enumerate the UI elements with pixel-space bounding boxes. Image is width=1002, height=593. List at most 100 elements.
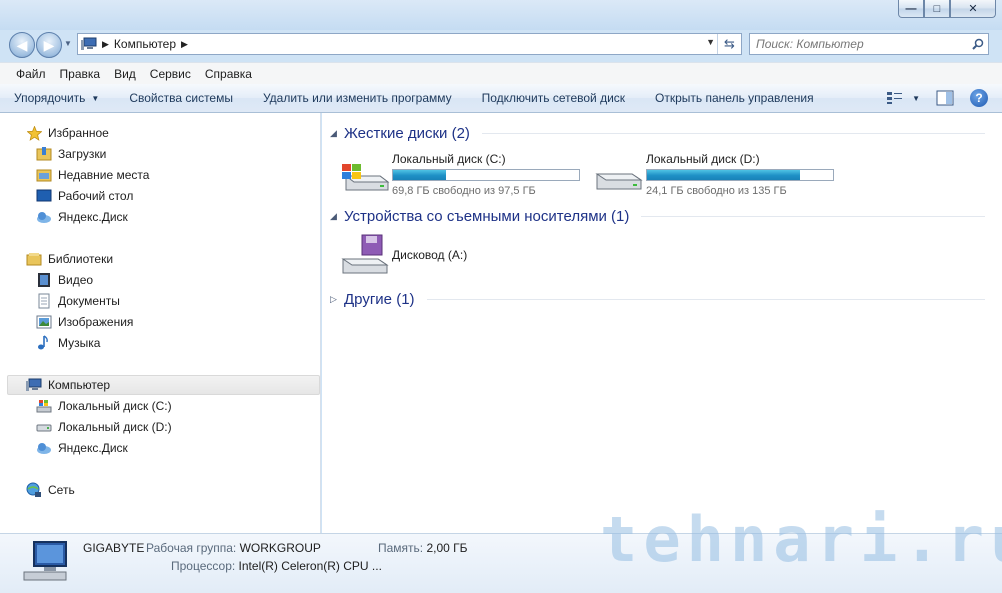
expand-triangle-icon: ▷ xyxy=(330,293,337,304)
drive-c-tile[interactable]: Локальный диск (C:) 69,8 ГБ свободно из … xyxy=(340,150,580,197)
nav-downloads[interactable]: Загрузки xyxy=(36,144,106,164)
nav-drive-c[interactable]: Локальный диск (C:) xyxy=(36,396,172,416)
computer-name: GIGABYTE xyxy=(83,541,145,555)
organize-label: Упорядочить xyxy=(14,91,86,105)
nav-video[interactable]: Видео xyxy=(36,270,93,290)
content-pane: ◢ Жесткие диски (2) Локальный диск (C:) … xyxy=(322,113,1002,533)
drive-d-free-space: 24,1 ГБ свободно из 135 ГБ xyxy=(646,185,787,197)
nav-favorites-label: Избранное xyxy=(48,126,109,140)
nav-network[interactable]: Сеть xyxy=(26,480,75,500)
nav-music-label: Музыка xyxy=(58,336,101,350)
navigation-row: ◀ ▶ ▼ ▶ Компьютер ▶ ▼ ⇆ Поиск: Компьютер xyxy=(0,30,1002,58)
nav-favorites[interactable]: Избранное xyxy=(26,123,109,143)
refresh-button[interactable]: ⇆ xyxy=(717,34,741,54)
menu-help[interactable]: Справка xyxy=(198,67,259,81)
pictures-icon xyxy=(36,314,52,330)
cpu-value: Intel(R) Celeron(R) CPU ... xyxy=(238,559,382,573)
organize-button[interactable]: Упорядочить ▼ xyxy=(14,91,99,105)
search-icon[interactable] xyxy=(968,38,988,50)
divider xyxy=(641,215,985,217)
hard-drive-icon xyxy=(595,173,643,190)
drive-c-free-space: 69,8 ГБ свободно из 97,5 ГБ xyxy=(392,185,536,197)
command-bar-right: ▼ ? xyxy=(886,89,988,107)
nav-yandex-disk-label: Яндекс.Диск xyxy=(58,210,128,224)
cloud-icon xyxy=(36,440,52,456)
computer-icon xyxy=(26,377,42,393)
chevron-down-icon[interactable]: ▼ xyxy=(706,37,715,47)
menu-tools[interactable]: Сервис xyxy=(143,67,198,81)
nav-music[interactable]: Музыка xyxy=(36,333,100,353)
drive-c-info: Локальный диск (C:) 69,8 ГБ свободно из … xyxy=(392,150,580,197)
menu-view[interactable]: Вид xyxy=(107,67,143,81)
address-bar[interactable]: ▶ Компьютер ▶ ▼ ⇆ xyxy=(77,33,742,55)
workgroup-row: Рабочая группа: WORKGROUP xyxy=(146,541,321,555)
nav-recent-places[interactable]: Недавние места xyxy=(36,165,149,185)
refresh-icon: ⇆ xyxy=(724,36,735,51)
recent-pages-dropdown[interactable]: ▼ xyxy=(64,39,72,48)
hard-drive-icon xyxy=(36,419,52,435)
nav-recent-places-label: Недавние места xyxy=(58,168,150,182)
computer-icon xyxy=(23,541,67,581)
menu-file[interactable]: Файл xyxy=(9,67,53,81)
breadcrumb-computer[interactable]: Компьютер xyxy=(114,37,176,51)
cloud-icon xyxy=(36,209,52,225)
maximize-button[interactable]: □ xyxy=(924,0,950,18)
nav-computer[interactable]: Компьютер xyxy=(7,375,320,395)
back-button[interactable]: ◀ xyxy=(9,32,35,58)
nav-computer-label: Компьютер xyxy=(48,378,111,392)
close-button[interactable]: ✕ xyxy=(950,0,996,18)
menu-edit[interactable]: Правка xyxy=(53,67,108,81)
divider xyxy=(481,132,985,134)
group-other[interactable]: ▷ Другие (1) xyxy=(330,289,985,309)
help-icon[interactable]: ? xyxy=(970,89,988,107)
nav-yandex-disk[interactable]: Яндекс.Диск xyxy=(36,207,128,227)
computer-icon xyxy=(81,37,97,50)
nav-downloads-label: Загрузки xyxy=(58,147,107,161)
group-hard-drives[interactable]: ◢ Жесткие диски (2) xyxy=(330,123,985,143)
drive-d-info: Локальный диск (D:) 24,1 ГБ свободно из … xyxy=(646,150,834,197)
desktop-icon xyxy=(36,188,52,204)
nav-libraries[interactable]: Библиотеки xyxy=(26,249,113,269)
nav-desktop[interactable]: Рабочий стол xyxy=(36,186,133,206)
nav-pictures[interactable]: Изображения xyxy=(36,312,133,332)
breadcrumb-separator-icon[interactable]: ▶ xyxy=(181,39,188,50)
nav-libraries-label: Библиотеки xyxy=(48,252,114,266)
map-network-drive-button[interactable]: Подключить сетевой диск xyxy=(482,91,625,105)
workgroup-label: Рабочая группа: xyxy=(146,541,237,555)
nav-drive-d[interactable]: Локальный диск (D:) xyxy=(36,417,172,437)
nav-yandex-disk-2[interactable]: Яндекс.Диск xyxy=(36,438,128,458)
nav-desktop-label: Рабочий стол xyxy=(58,189,134,203)
minimize-button[interactable]: — xyxy=(898,0,924,18)
uninstall-program-button[interactable]: Удалить или изменить программу xyxy=(263,91,452,105)
change-view-icon[interactable] xyxy=(886,90,906,106)
chevron-down-icon: ▼ xyxy=(91,93,100,103)
group-removable[interactable]: ◢ Устройства со съемными носителями (1) xyxy=(330,206,985,226)
video-icon xyxy=(36,272,52,288)
memory-value: 2,00 ГБ xyxy=(426,541,468,555)
forward-button[interactable]: ▶ xyxy=(36,32,62,58)
menu-bar: Файл Правка Вид Сервис Справка xyxy=(0,62,1002,84)
drive-d-tile[interactable]: Локальный диск (D:) 24,1 ГБ свободно из … xyxy=(594,150,834,197)
group-other-label: Другие (1) xyxy=(344,290,415,308)
nav-pictures-label: Изображения xyxy=(58,315,134,329)
floppy-drive-icon xyxy=(341,234,389,274)
search-input[interactable]: Поиск: Компьютер xyxy=(749,33,989,55)
title-bar: — □ ✕ xyxy=(0,0,1002,30)
preview-pane-icon[interactable] xyxy=(936,90,954,106)
nav-documents[interactable]: Документы xyxy=(36,291,120,311)
divider xyxy=(426,298,985,300)
drive-d-name: Локальный диск (D:) xyxy=(646,152,760,166)
system-properties-button[interactable]: Свойства системы xyxy=(129,91,233,105)
floppy-tile[interactable]: Дисковод (A:) xyxy=(340,233,467,277)
star-icon xyxy=(26,125,42,141)
group-hard-drives-label: Жесткие диски (2) xyxy=(344,124,470,142)
nav-network-label: Сеть xyxy=(48,483,75,497)
command-bar: Упорядочить ▼ Свойства системы Удалить и… xyxy=(0,84,1002,113)
recent-places-icon xyxy=(36,167,52,183)
nav-video-label: Видео xyxy=(58,273,94,287)
downloads-folder-icon xyxy=(36,146,52,162)
breadcrumb-separator-icon[interactable]: ▶ xyxy=(102,39,109,50)
open-control-panel-button[interactable]: Открыть панель управления xyxy=(655,91,814,105)
nav-drive-c-label: Локальный диск (C:) xyxy=(58,399,172,413)
view-options-dropdown[interactable]: ▼ xyxy=(912,94,920,103)
